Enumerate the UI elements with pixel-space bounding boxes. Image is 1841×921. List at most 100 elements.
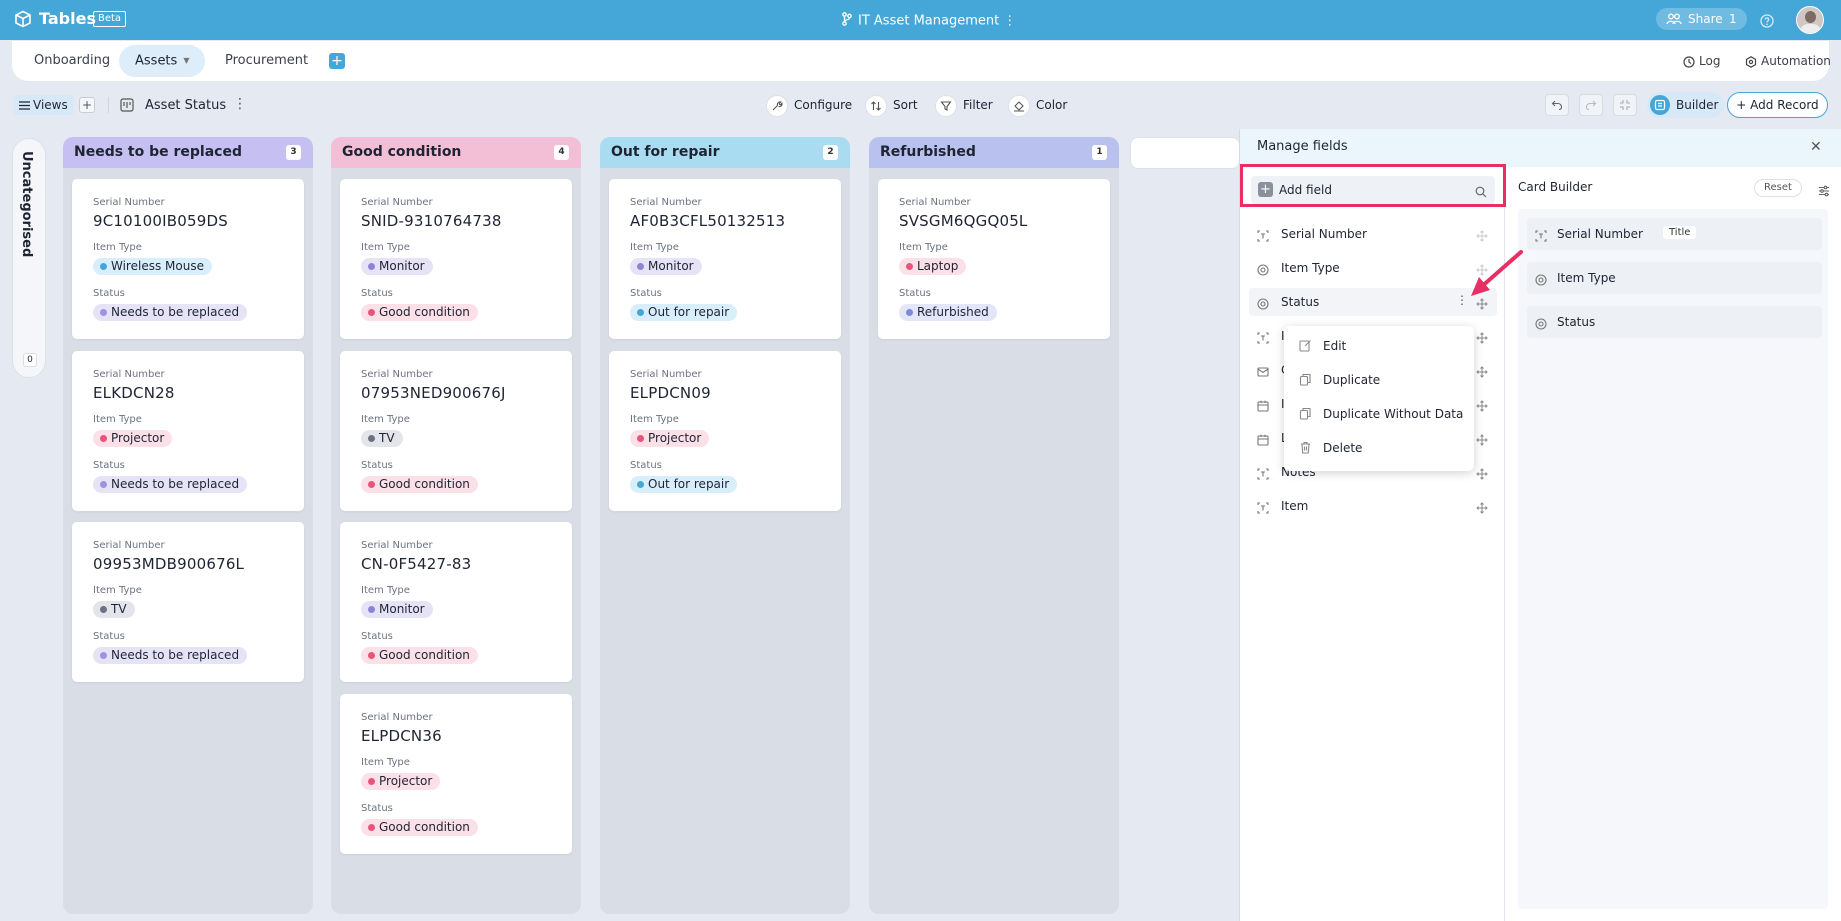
record-card[interactable]: Serial Number AF0B3CFL50132513 Item Type Mo… [609, 179, 841, 339]
tag-dot-icon [906, 309, 913, 316]
tag-dot-icon [368, 435, 375, 442]
log-label: Log [1699, 54, 1721, 68]
field-row[interactable]: Item [1249, 492, 1497, 520]
tab-assets-label: Assets [135, 53, 178, 69]
field-row[interactable]: Item Type [1249, 254, 1497, 282]
record-card[interactable]: Serial Number SNID-9310764738 Item Type Mon… [340, 179, 572, 339]
drag-handle-icon[interactable] [1476, 499, 1488, 518]
status-value: Good condition [379, 477, 470, 491]
tab-onboarding[interactable]: Onboarding [18, 45, 126, 77]
serial-number-label: Serial Number [361, 540, 433, 551]
serial-number-label: Serial Number [899, 197, 971, 208]
app-name[interactable]: Tables [39, 9, 96, 28]
add-column-placeholder[interactable] [1130, 137, 1240, 169]
tag-dot-icon [906, 263, 913, 270]
status-value: Needs to be replaced [111, 305, 240, 319]
menu-item-duplicate[interactable]: Duplicate [1284, 365, 1474, 395]
record-card[interactable]: Serial Number ELPDCN09 Item Type Projector S… [609, 351, 841, 511]
automation-icon [1745, 55, 1757, 68]
date-field-icon [1257, 431, 1269, 450]
uncategorised-column[interactable]: Uncategorised 0 [12, 138, 46, 378]
views-button[interactable]: Views [13, 95, 74, 115]
chevron-down-icon[interactable]: ▼ [183, 45, 189, 77]
user-avatar[interactable] [1796, 6, 1824, 34]
record-card[interactable]: Serial Number 9C10100IB059DS Item Type Wire… [72, 179, 304, 339]
field-row[interactable]: Serial Number [1249, 220, 1497, 248]
undo-icon[interactable] [1545, 94, 1569, 116]
record-card[interactable]: Serial Number CN-0F5427-83 Item Type Monito… [340, 522, 572, 682]
card-builder-item[interactable]: Status [1527, 306, 1822, 338]
configure-button[interactable]: Configure [766, 94, 852, 117]
item-type-value: Monitor [379, 259, 425, 273]
close-icon[interactable]: ✕ [1810, 139, 1822, 155]
item-type-tag: Monitor [361, 258, 433, 275]
card-builder-item[interactable]: Item Type [1527, 262, 1822, 294]
drag-handle-icon[interactable] [1476, 431, 1488, 450]
color-button[interactable]: Color [1008, 94, 1067, 117]
column-header[interactable]: Refurbished 1 [869, 137, 1119, 168]
sort-button[interactable]: Sort [865, 94, 918, 117]
tag-dot-icon [637, 435, 644, 442]
manage-fields-panel: Manage fields ✕ + Add field Serial Numbe… [1239, 129, 1841, 921]
view-options-icon[interactable]: ⋮ [233, 96, 247, 112]
share-button[interactable]: Share 1 [1656, 8, 1747, 30]
menu-item-duplicate-without-data[interactable]: Duplicate Without Data [1284, 399, 1474, 429]
collapse-icon[interactable] [1613, 94, 1637, 116]
redo-icon[interactable] [1579, 94, 1603, 116]
document-title[interactable]: IT Asset Management ⋮ [842, 12, 1016, 30]
reset-button[interactable]: Reset [1754, 179, 1802, 197]
builder-button[interactable]: Builder [1647, 92, 1724, 118]
status-tag: Good condition [361, 819, 478, 836]
field-label: Serial Number [1281, 227, 1367, 241]
menu-item-edit[interactable]: Edit [1284, 331, 1474, 361]
drag-handle-icon[interactable] [1476, 363, 1488, 382]
status-tag: Good condition [361, 304, 478, 321]
text-field-icon [1257, 227, 1269, 246]
view-name[interactable]: Asset Status [145, 98, 226, 113]
record-card[interactable]: Serial Number 07953NED900676J Item Type TV S… [340, 351, 572, 511]
help-icon[interactable] [1760, 13, 1774, 32]
tab-procurement[interactable]: Procurement [209, 45, 324, 77]
log-button[interactable]: Log [1683, 54, 1720, 68]
serial-number-value: SNID-9310764738 [361, 212, 502, 230]
filter-button[interactable]: Filter [935, 94, 993, 117]
column-title: Good condition [342, 144, 462, 160]
status-label: Status [361, 288, 393, 299]
drag-handle-icon[interactable] [1476, 329, 1488, 348]
add-view-button[interactable]: + [79, 97, 95, 113]
drag-handle-icon[interactable] [1476, 227, 1488, 246]
column-header[interactable]: Good condition 4 [331, 137, 581, 168]
drag-handle-icon[interactable] [1476, 397, 1488, 416]
share-count: 1 [1729, 12, 1737, 26]
column-header[interactable]: Needs to be replaced 3 [63, 137, 313, 168]
document-menu-icon[interactable]: ⋮ [999, 14, 1016, 29]
column-title: Needs to be replaced [74, 144, 242, 160]
status-tag: Needs to be replaced [93, 476, 248, 493]
add-tab-button[interactable]: + [329, 53, 345, 69]
status-label: Status [361, 803, 393, 814]
record-card[interactable]: Serial Number SVSGM6QGQ05L Item Type Laptop… [878, 179, 1110, 339]
field-row[interactable]: Status ⋮ [1249, 288, 1497, 316]
automation-button[interactable]: Automation [1745, 54, 1831, 68]
item-type-value: Projector [379, 774, 433, 788]
view-toolbar: Views + Asset Status ⋮ Configure Sort Fi… [0, 89, 1841, 121]
item-type-label: Item Type [899, 242, 948, 253]
tag-dot-icon [368, 778, 375, 785]
column-header[interactable]: Out for repair 2 [600, 137, 850, 168]
status-value: Good condition [379, 820, 470, 834]
tab-assets[interactable]: Assets ▼ [119, 45, 206, 77]
card-builder-item[interactable]: Serial Number Title [1527, 218, 1822, 250]
uncategorised-label: Uncategorised [19, 151, 34, 258]
record-card[interactable]: Serial Number ELPDCN36 Item Type Projector S… [340, 694, 572, 854]
record-card[interactable]: Serial Number ELKDCN28 Item Type Projector S… [72, 351, 304, 511]
add-record-button[interactable]: + Add Record [1727, 92, 1828, 118]
tag-dot-icon [100, 481, 107, 488]
tables-logo-icon [14, 10, 32, 32]
drag-handle-icon[interactable] [1476, 465, 1488, 484]
status-label: Status [361, 460, 393, 471]
tag-dot-icon [637, 263, 644, 270]
settings-sliders-icon[interactable] [1818, 182, 1830, 201]
duplicate-icon [1299, 373, 1312, 389]
record-card[interactable]: Serial Number 09953MDB900676L Item Type TV S… [72, 522, 304, 682]
menu-item-delete[interactable]: Delete [1284, 433, 1474, 463]
